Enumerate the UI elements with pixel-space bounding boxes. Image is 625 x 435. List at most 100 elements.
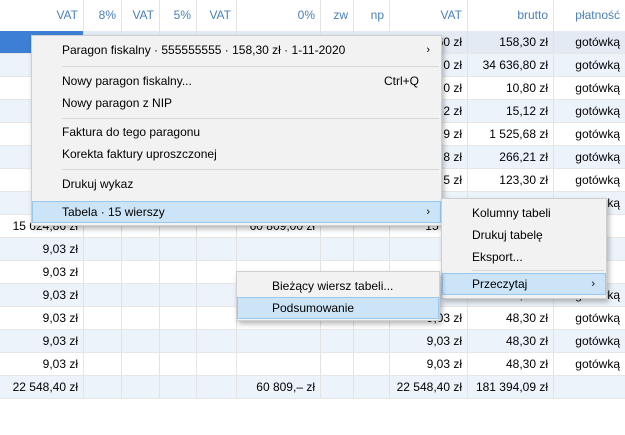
table-cell[interactable] <box>554 376 625 398</box>
menu-item-export[interactable]: Eksport... <box>443 246 605 268</box>
menu-item-summary[interactable]: Podsumowanie <box>237 297 439 319</box>
menu-item-receipt[interactable]: Paragon fiskalny · 555555555 · 158,30 zł… <box>33 39 440 61</box>
table-cell[interactable]: 158,30 zł <box>468 31 554 53</box>
table-cell[interactable] <box>354 238 390 260</box>
table-cell[interactable] <box>321 376 354 398</box>
table-cell[interactable] <box>197 330 237 352</box>
table-cell[interactable]: 9,03 zł <box>0 261 84 283</box>
header-platnosc[interactable]: płatność <box>554 0 625 31</box>
menu-item-columns[interactable]: Kolumny tabeli <box>443 202 605 224</box>
table-cell[interactable]: 48,30 zł <box>468 307 554 329</box>
table-cell[interactable] <box>122 284 160 306</box>
table-cell[interactable] <box>197 353 237 375</box>
table-cell[interactable]: 10,80 zł <box>468 77 554 99</box>
menu-item-invoice[interactable]: Faktura do tego paragonu <box>33 121 440 143</box>
menu-item-read[interactable]: Przeczytaj › <box>442 273 606 295</box>
table-cell[interactable]: 9,03 zł <box>390 330 468 352</box>
table-cell[interactable] <box>160 238 197 260</box>
table-cell[interactable] <box>122 238 160 260</box>
table-cell[interactable] <box>160 376 197 398</box>
table-cell[interactable] <box>122 307 160 329</box>
table-cell[interactable]: gotówką <box>554 31 625 53</box>
table-cell[interactable] <box>237 330 321 352</box>
table-cell[interactable]: gotówką <box>554 100 625 122</box>
table-cell[interactable]: 181 394,09 zł <box>468 376 554 398</box>
table-cell[interactable]: 22 548,40 zł <box>0 376 84 398</box>
header-vat-5[interactable]: VAT <box>197 0 237 31</box>
table-cell[interactable] <box>160 307 197 329</box>
table-cell[interactable]: gotówką <box>554 169 625 191</box>
header-vat-8[interactable]: VAT <box>122 0 160 31</box>
table-cell[interactable]: 9,03 zł <box>390 353 468 375</box>
table-cell[interactable] <box>84 307 122 329</box>
table-cell[interactable] <box>84 376 122 398</box>
table-cell[interactable] <box>354 376 390 398</box>
table-cell[interactable]: 48,30 zł <box>468 353 554 375</box>
header-zw[interactable]: zw <box>321 0 354 31</box>
table-cell[interactable] <box>160 261 197 283</box>
table-cell[interactable] <box>160 353 197 375</box>
table-cell[interactable]: gotówką <box>554 330 625 352</box>
table-cell[interactable]: gotówką <box>554 123 625 145</box>
table-row[interactable]: 22 548,40 zł 60 809,– zł 22 548,40 zł 181 3… <box>0 376 625 399</box>
table-cell[interactable] <box>354 330 390 352</box>
table-cell[interactable]: 48,30 zł <box>468 330 554 352</box>
table-cell[interactable]: 9,03 zł <box>0 353 84 375</box>
table-cell[interactable]: gotówką <box>554 307 625 329</box>
menu-item-correction[interactable]: Korekta faktury uproszczonej <box>33 143 440 165</box>
table-cell[interactable] <box>84 330 122 352</box>
table-cell[interactable]: gotówką <box>554 146 625 168</box>
header-8-percent[interactable]: 8% <box>84 0 122 31</box>
table-cell[interactable] <box>84 238 122 260</box>
table-cell[interactable] <box>84 284 122 306</box>
table-cell[interactable] <box>197 376 237 398</box>
table-cell[interactable] <box>122 330 160 352</box>
header-np[interactable]: np <box>354 0 390 31</box>
menu-item-label: Tabela · 15 wierszy <box>62 205 165 219</box>
table-cell[interactable]: 266,21 zł <box>468 146 554 168</box>
menu-item-new-receipt[interactable]: Nowy paragon fiskalny... Ctrl+Q <box>33 70 440 92</box>
table-cell[interactable]: 34 636,80 zł <box>468 54 554 76</box>
header-vat-23[interactable]: VAT <box>0 0 84 31</box>
table-cell[interactable]: 9,03 zł <box>0 284 84 306</box>
table-cell[interactable] <box>354 353 390 375</box>
table-cell[interactable] <box>197 307 237 329</box>
header-5-percent[interactable]: 5% <box>160 0 197 31</box>
menu-item-print-list[interactable]: Drukuj wykaz <box>33 173 440 195</box>
table-cell[interactable] <box>122 353 160 375</box>
table-cell[interactable]: 9,03 zł <box>0 307 84 329</box>
header-brutto[interactable]: brutto <box>468 0 554 31</box>
table-cell[interactable]: 123,30 zł <box>468 169 554 191</box>
menu-item-current-row[interactable]: Bieżący wiersz tabeli... <box>238 275 438 297</box>
table-cell[interactable]: gotówką <box>554 54 625 76</box>
table-cell[interactable] <box>197 261 237 283</box>
table-cell[interactable]: 22 548,40 zł <box>390 376 468 398</box>
table-cell[interactable] <box>84 353 122 375</box>
table-cell[interactable] <box>160 330 197 352</box>
table-cell[interactable] <box>321 353 354 375</box>
table-cell[interactable]: 1 525,68 zł <box>468 123 554 145</box>
menu-item-table[interactable]: Tabela · 15 wierszy › <box>32 201 441 223</box>
table-cell[interactable] <box>321 238 354 260</box>
table-cell[interactable] <box>197 284 237 306</box>
table-cell[interactable]: gotówką <box>554 353 625 375</box>
table-cell[interactable]: 60 809,– zł <box>237 376 321 398</box>
table-cell[interactable] <box>122 376 160 398</box>
table-cell[interactable]: gotówką <box>554 77 625 99</box>
table-cell[interactable] <box>122 261 160 283</box>
header-0-percent[interactable]: 0% <box>237 0 321 31</box>
menu-item-new-receipt-nip[interactable]: Nowy paragon z NIP <box>33 92 440 114</box>
table-cell[interactable]: 9,03 zł <box>0 330 84 352</box>
table-cell[interactable] <box>197 238 237 260</box>
menu-item-print-table[interactable]: Drukuj tabelę <box>443 224 605 246</box>
table-cell[interactable]: 9,03 zł <box>0 238 84 260</box>
table-row[interactable]: 9,03 zł 9,03 zł 48,30 zł gotówką <box>0 353 625 376</box>
table-cell[interactable] <box>237 238 321 260</box>
table-cell[interactable] <box>321 330 354 352</box>
table-row[interactable]: 9,03 zł 9,03 zł 48,30 zł gotówką <box>0 330 625 353</box>
header-vat-total[interactable]: VAT <box>390 0 468 31</box>
table-cell[interactable]: 15,12 zł <box>468 100 554 122</box>
table-cell[interactable] <box>160 284 197 306</box>
table-cell[interactable] <box>84 261 122 283</box>
table-cell[interactable] <box>237 353 321 375</box>
